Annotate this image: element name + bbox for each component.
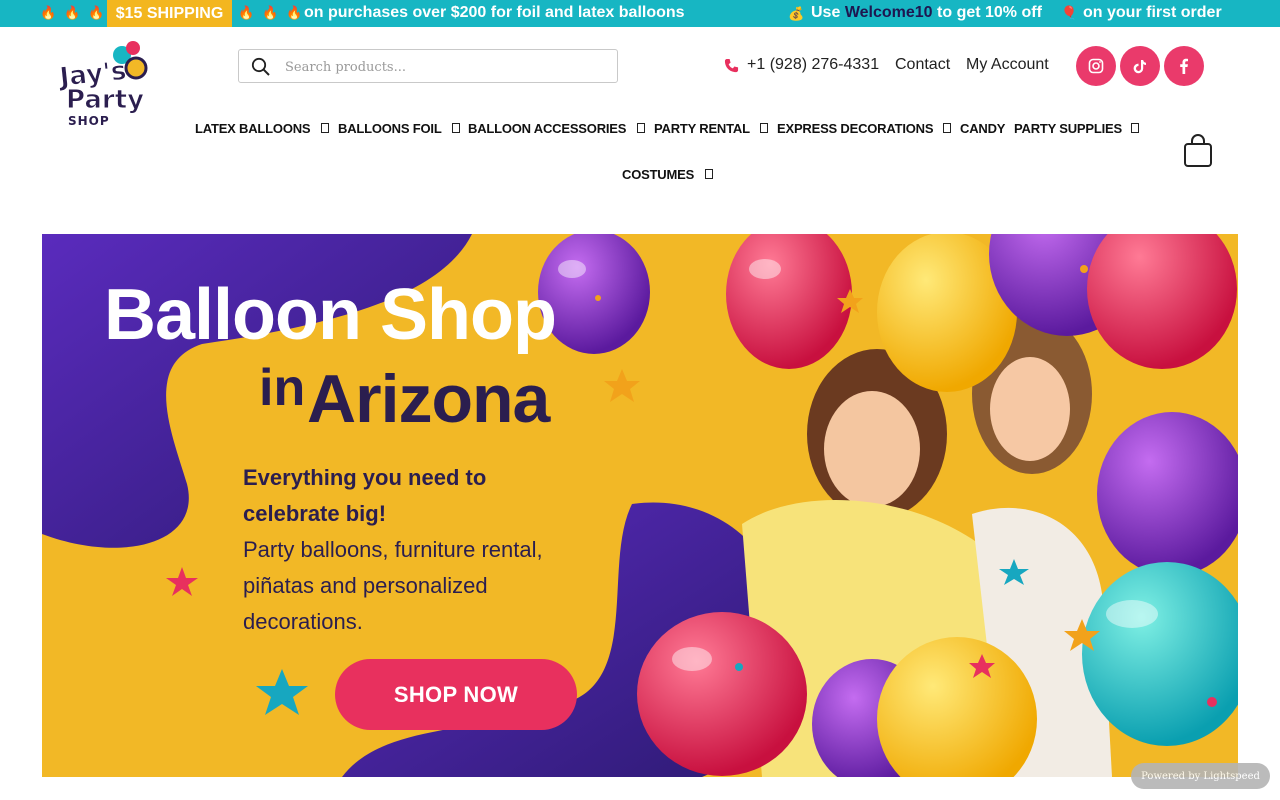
instagram-button[interactable]	[1076, 46, 1116, 86]
hero-description: Party balloons, furniture rental, piñata…	[243, 537, 543, 634]
tiktok-button[interactable]	[1120, 46, 1160, 86]
nav-latex-balloons[interactable]: LATEX BALLOONS	[195, 121, 311, 136]
phone-number: +1 (928) 276-4331	[747, 56, 880, 73]
coupon-prefix: Use	[811, 4, 841, 21]
nav-costumes[interactable]: COSTUMES	[622, 167, 694, 182]
flame-icons: 🔥🔥🔥	[238, 5, 311, 20]
tiktok-icon	[1133, 60, 1146, 74]
shipping-message: on purchases over $200 for foil and late…	[304, 4, 685, 21]
coupon-code: Welcome10	[844, 4, 933, 21]
phone-icon	[724, 58, 739, 72]
svg-text:SHOP: SHOP	[68, 114, 110, 128]
chevron-down-icon[interactable]	[452, 123, 460, 133]
chevron-down-icon[interactable]	[760, 123, 768, 133]
hero-banner: Balloon Shop in Arizona Everything you n…	[42, 234, 1238, 777]
nav-candy[interactable]: CANDY	[960, 121, 1005, 136]
chevron-down-icon[interactable]	[637, 123, 645, 133]
nav-party-rental[interactable]: PARTY RENTAL	[654, 121, 750, 136]
shop-now-button[interactable]: SHOP NOW	[335, 659, 577, 730]
nav-party-supplies[interactable]: PARTY SUPPLIES	[1014, 121, 1122, 136]
svg-text:Party: Party	[66, 85, 144, 115]
flame-icons: 🔥🔥🔥	[40, 5, 113, 20]
contact-link[interactable]: Contact	[895, 56, 950, 74]
shopping-bag-icon[interactable]	[1183, 134, 1213, 168]
chevron-down-icon[interactable]	[321, 123, 329, 133]
chevron-down-icon[interactable]	[943, 123, 951, 133]
search-box[interactable]	[238, 49, 618, 83]
coupon-suffix: to get 10% off	[937, 4, 1042, 21]
powered-by-badge[interactable]: Powered by Lightspeed	[1131, 763, 1270, 789]
search-input[interactable]	[285, 56, 605, 78]
hero-title-location: Arizona	[307, 361, 550, 437]
hero-title-in: in	[259, 359, 306, 417]
first-order-message: on your first order	[1083, 4, 1222, 21]
chevron-down-icon[interactable]	[705, 169, 713, 179]
hero-lead: Everything you need to celebrate big!	[243, 465, 487, 526]
promo-bar: 🔥🔥🔥 $15 SHIPPING 🔥🔥🔥 on purchases over $…	[0, 0, 1280, 27]
phone-link[interactable]: +1 (928) 276-4331	[724, 56, 879, 74]
instagram-icon	[1088, 58, 1104, 74]
site-logo[interactable]: Jay's Party SHOP	[56, 38, 156, 128]
facebook-button[interactable]	[1164, 46, 1204, 86]
nav-express-decorations[interactable]: EXPRESS DECORATIONS	[777, 121, 934, 136]
search-icon[interactable]	[251, 57, 271, 77]
nav-balloon-accessories[interactable]: BALLOON ACCESSORIES	[468, 121, 626, 136]
facebook-icon	[1180, 58, 1188, 74]
chevron-down-icon[interactable]	[1131, 123, 1139, 133]
hero-title: Balloon Shop	[104, 275, 557, 355]
my-account-link[interactable]: My Account	[966, 56, 1049, 74]
logo-graphic: Jay's Party SHOP	[56, 41, 148, 128]
shipping-tag: $15 SHIPPING	[107, 0, 232, 27]
nav-balloons-foil[interactable]: BALLOONS FOIL	[338, 121, 442, 136]
coupon-message: Use Welcome10 to get 10% off	[811, 4, 1042, 22]
balloon-icon: 🎈	[1061, 5, 1078, 20]
money-bag-icon: 💰	[788, 6, 805, 21]
